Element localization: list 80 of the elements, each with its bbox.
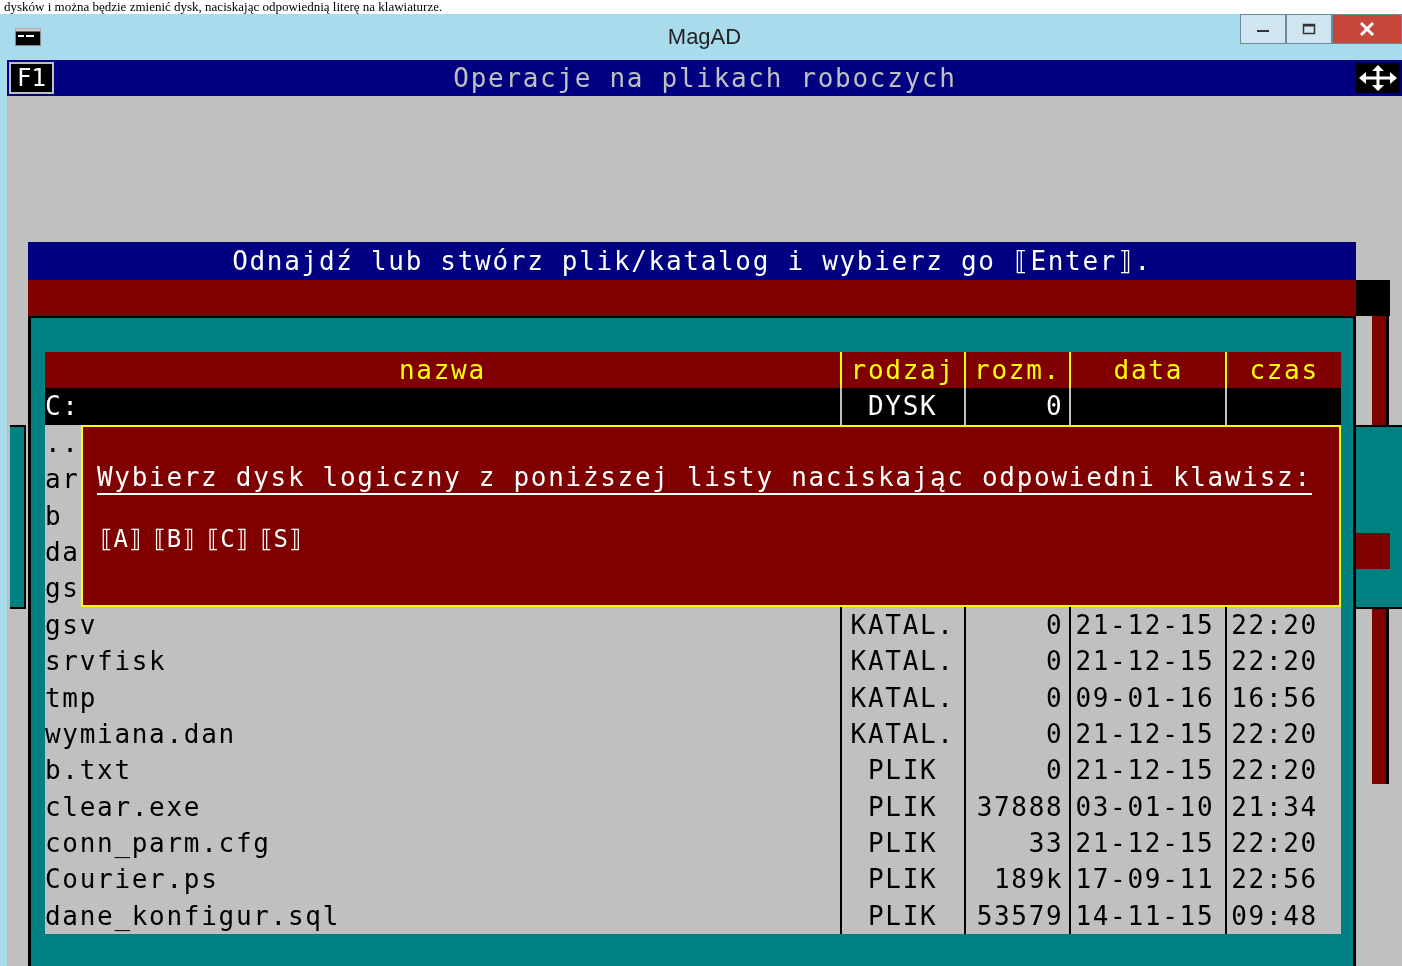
table-cell: 09:48 [1231, 900, 1318, 931]
dialog-title: Odnajdź lub stwórz plik/katalog i wybierz go ⟦Enter⟧. [28, 242, 1356, 280]
table-cell: 22:20 [1231, 718, 1318, 749]
file-row[interactable]: tmp KATAL. 0 09-01-16 16:56 [45, 679, 1341, 716]
table-cell: 21-12-15 [1075, 718, 1215, 749]
table-cell: ar [45, 464, 80, 495]
table-cell: gsv [45, 609, 98, 640]
console-app-icon [15, 28, 41, 46]
table-cell: clear.exe [45, 791, 202, 822]
file-row[interactable]: conn_parm.cfg PLIK 33 21-12-15 22:20 [45, 825, 1341, 862]
table-cell: 0 [1046, 609, 1064, 640]
table-cell: 21:34 [1231, 791, 1318, 822]
table-cell: 03-01-10 [1075, 791, 1215, 822]
file-row[interactable]: dane_konfigur.sql PLIK 53579 14-11-15 09:48 [45, 897, 1341, 935]
file-row[interactable]: Courier.ps PLIK 189k 17-09-11 22:56 [45, 861, 1341, 898]
column-header: nazwa [398, 354, 487, 387]
help-key-button[interactable]: F1 [9, 62, 54, 94]
table-cell: 0 [1046, 755, 1064, 786]
table-cell: 09-01-16 [1075, 682, 1215, 713]
table-cell: 0 [1046, 391, 1064, 422]
table-cell: DYSK [867, 391, 938, 422]
file-row[interactable]: b.txt PLIK 0 21-12-15 22:20 [45, 752, 1341, 789]
table-cell: 37888 [976, 791, 1064, 822]
table-cell: 33 [1028, 828, 1064, 859]
table-cell: 17-09-11 [1075, 864, 1215, 895]
table-cell: KATAL. [850, 609, 955, 640]
table-cell: gs [45, 573, 80, 604]
table-cell: C: [45, 391, 80, 422]
maximize-button[interactable] [1286, 14, 1332, 44]
popup-message: Wybierz dysk logiczny z poniższej listy naciskając odpowiedni klawisz: [97, 461, 1312, 495]
file-row[interactable]: wymiana.dan KATAL. 0 21-12-15 22:20 [45, 715, 1341, 753]
table-cell: dane_konfigur.sql [45, 900, 340, 931]
table-cell: 22:20 [1231, 646, 1318, 677]
table-cell: 22:20 [1231, 828, 1318, 859]
caption-text: dysków i można będzie zmienić dysk, naciskając odpowiednią literę na klawiaturze. [0, 0, 1402, 14]
table-cell: 21-12-15 [1075, 609, 1215, 640]
table-cell: 16:56 [1231, 682, 1318, 713]
table-cell: wymiana.dan [45, 718, 236, 749]
file-row[interactable]: clear.exe PLIK 37888 03-01-10 21:34 [45, 788, 1341, 826]
table-cell: KATAL. [850, 646, 955, 677]
table-cell: b.txt [45, 755, 132, 786]
table-cell: 21-12-15 [1075, 646, 1215, 677]
table-cell: 189k [994, 864, 1064, 895]
table-cell: conn_parm.cfg [45, 828, 271, 859]
close-button[interactable] [1332, 14, 1402, 44]
table-cell: Courier.ps [45, 864, 219, 895]
table-cell: b [45, 500, 63, 531]
maximize-icon [1302, 23, 1316, 35]
table-cell: 0 [1046, 682, 1064, 713]
close-icon [1359, 22, 1375, 36]
table-cell: PLIK [867, 791, 938, 822]
table-cell: KATAL. [850, 682, 955, 713]
drive-key-button[interactable]: ⟦B⟧ [150, 525, 198, 553]
drive-key-button[interactable]: ⟦S⟧ [257, 525, 305, 553]
drive-key-button[interactable]: ⟦C⟧ [203, 525, 252, 553]
table-cell: 21-12-15 [1075, 828, 1215, 859]
table-cell: da [45, 536, 80, 567]
file-row[interactable]: C: DYSK 0 [45, 388, 1341, 425]
file-row[interactable]: srvfisk KATAL. 0 21-12-15 22:20 [45, 643, 1341, 680]
table-cell: .. [45, 427, 80, 458]
table-cell: PLIK [867, 900, 938, 931]
table-cell: 0 [1046, 718, 1064, 749]
table-cell: tmp [45, 682, 98, 713]
table-cell: srvfisk [45, 646, 167, 677]
table-cell: 22:20 [1231, 755, 1318, 786]
table-cell: 14-11-15 [1075, 900, 1215, 931]
drive-key-button[interactable]: ⟦A⟧ [97, 525, 145, 553]
table-cell: 0 [1046, 646, 1064, 677]
move-arrows-icon[interactable] [1356, 63, 1400, 93]
table-cell: PLIK [867, 755, 938, 786]
table-cell: KATAL. [850, 718, 955, 749]
table-cell: 21-12-15 [1075, 755, 1215, 786]
window-title: MagAD [666, 24, 743, 50]
screen-title: Operacje na plikach roboczych [452, 63, 958, 93]
table-cell: 53579 [976, 900, 1064, 931]
table-cell: 22:56 [1231, 864, 1318, 895]
table-cell: PLIK [867, 864, 938, 895]
table-cell: 22:20 [1231, 609, 1318, 640]
table-cell: PLIK [867, 828, 938, 859]
file-row[interactable]: gsv KATAL. 0 21-12-15 22:20 [45, 606, 1341, 644]
